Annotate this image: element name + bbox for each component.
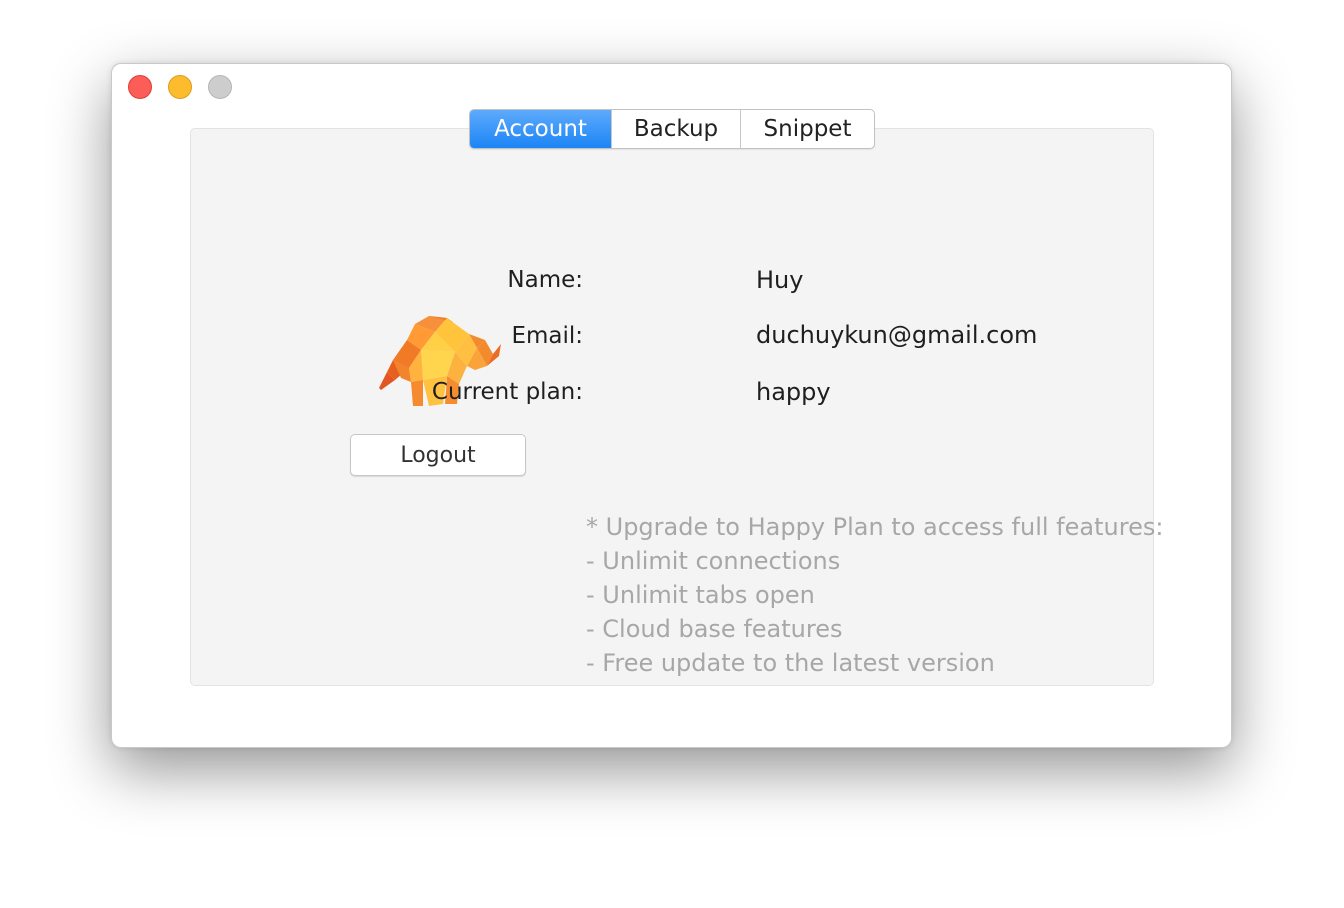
tab-account[interactable]: Account	[470, 110, 611, 148]
name-label: Name:	[507, 267, 583, 293]
tab-snippet[interactable]: Snippet	[740, 110, 874, 148]
email-value: duchuykun@gmail.com	[756, 321, 1038, 349]
current-plan-value: happy	[756, 378, 831, 406]
upgrade-note-item: - Cloud base features	[586, 615, 843, 643]
zoom-window-button[interactable]	[208, 75, 232, 99]
upgrade-note-item: - Unlimit tabs open	[586, 581, 815, 609]
logout-button[interactable]: Logout	[350, 434, 526, 476]
preferences-window: Logout Name: Huy Email: duchuykun@gmail.…	[111, 63, 1232, 748]
minimize-window-button[interactable]	[168, 75, 192, 99]
upgrade-note-intro: * Upgrade to Happy Plan to access full f…	[586, 513, 1164, 541]
upgrade-note-item: - Free update to the latest version	[586, 649, 995, 677]
upgrade-note-item: - Unlimit connections	[586, 547, 841, 575]
upgrade-notes: * Upgrade to Happy Plan to access full f…	[586, 510, 1163, 680]
close-window-button[interactable]	[128, 75, 152, 99]
current-plan-label: Current plan:	[431, 379, 583, 405]
account-panel: Logout Name: Huy Email: duchuykun@gmail.…	[190, 128, 1163, 686]
email-label: Email:	[511, 323, 583, 349]
preferences-tab-bar: Account Backup Snippet	[469, 109, 875, 149]
name-value: Huy	[756, 266, 804, 294]
tab-backup[interactable]: Backup	[611, 110, 740, 148]
